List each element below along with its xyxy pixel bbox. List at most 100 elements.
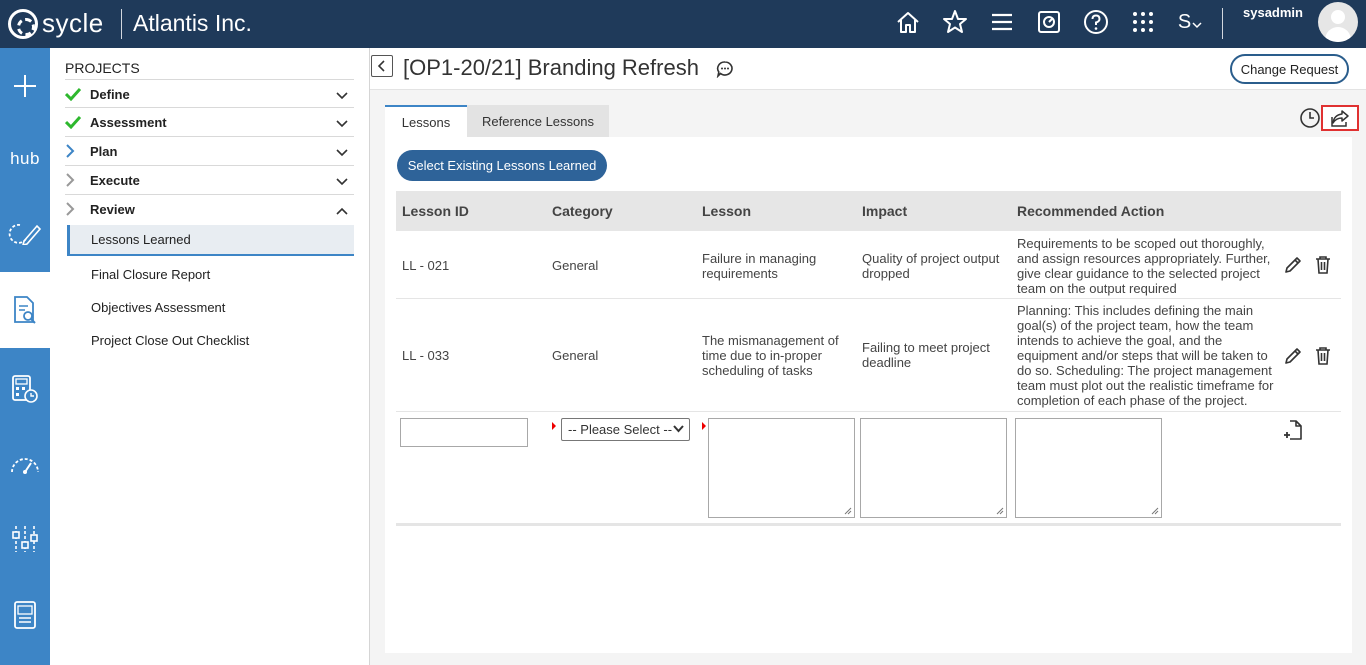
check-icon — [65, 87, 90, 101]
logo-mark-icon — [8, 8, 38, 39]
change-request-button[interactable]: Change Request — [1230, 54, 1349, 84]
category-select[interactable]: -- Please Select -- — [561, 418, 690, 441]
lessons-panel: Lessons Reference Lessons Select Existin… — [385, 105, 1359, 653]
chevron-down-icon[interactable] — [336, 116, 348, 131]
cell-impact: Failing to meet project deadline — [862, 340, 990, 370]
sycle-logo[interactable]: sycle — [8, 8, 104, 39]
history-icon[interactable] — [1299, 107, 1321, 132]
dashboard-icon[interactable] — [1035, 8, 1063, 36]
chevron-up-icon[interactable] — [336, 203, 348, 218]
apps-grid-icon[interactable] — [1129, 8, 1157, 36]
cell-lesson-id: LL - 033 — [402, 348, 450, 363]
nav-section-review[interactable]: Review — [65, 194, 354, 223]
col-category[interactable]: Category — [552, 203, 613, 219]
project-nav: PROJECTS Define Assessment Plan Execute … — [50, 48, 370, 665]
resize-handle-icon — [844, 507, 852, 515]
chevron-down-icon[interactable] — [336, 174, 348, 189]
chevron-right-icon — [65, 202, 90, 216]
hub-icon[interactable]: hub — [0, 124, 50, 194]
recommended-action-textarea[interactable] — [1015, 418, 1162, 518]
cell-recommended-action: Planning: This includes defining the mai… — [1017, 303, 1274, 408]
nav-section-label: Execute — [90, 172, 140, 188]
table-row: LL - 033 General The mismanagement of ti… — [396, 299, 1341, 412]
home-icon[interactable] — [894, 8, 922, 36]
add-file-icon[interactable] — [1283, 419, 1303, 444]
nav-item-lessons-learned[interactable]: Lessons Learned — [67, 225, 354, 256]
chevron-down-icon[interactable] — [336, 88, 348, 103]
comment-icon[interactable] — [716, 60, 734, 81]
nav-item-final-closure-report[interactable]: Final Closure Report — [67, 259, 354, 290]
nav-item-label: Lessons Learned — [91, 232, 191, 247]
col-impact[interactable]: Impact — [862, 203, 907, 219]
language-label: S — [1177, 10, 1192, 33]
category-select-value: -- Please Select -- — [568, 422, 673, 437]
tab-reference-lessons[interactable]: Reference Lessons — [467, 105, 609, 137]
impact-textarea[interactable] — [860, 418, 1007, 518]
report-icon[interactable] — [0, 576, 50, 654]
col-lesson[interactable]: Lesson — [702, 203, 751, 219]
star-icon[interactable] — [941, 8, 969, 36]
table-row: LL - 021 General Failure in managing req… — [396, 231, 1341, 299]
check-icon — [65, 115, 90, 129]
topbar-divider — [1222, 8, 1223, 39]
calculator-clock-icon[interactable] — [0, 348, 50, 430]
chevron-right-icon — [65, 144, 90, 158]
chevron-right-icon — [65, 173, 90, 187]
cell-category: General — [552, 258, 599, 273]
lesson-textarea[interactable] — [708, 418, 855, 518]
pencil-icon[interactable] — [1283, 346, 1303, 369]
cell-impact: Quality of project output dropped — [862, 251, 1000, 281]
nav-section-define[interactable]: Define — [65, 79, 354, 108]
gauge-icon[interactable] — [0, 430, 50, 502]
share-icon — [1331, 110, 1349, 127]
nav-section-execute[interactable]: Execute — [65, 165, 354, 194]
col-lesson-id[interactable]: Lesson ID — [402, 203, 469, 219]
company-name: Atlantis Inc. — [133, 10, 252, 36]
back-button[interactable] — [371, 55, 393, 77]
resize-handle-icon — [1151, 507, 1159, 515]
page-header: [OP1-20/21] Branding Refresh Change Requ… — [370, 48, 1366, 90]
required-marker — [552, 422, 556, 430]
cell-lesson: Failure in managing requirements — [702, 251, 817, 281]
nav-item-label: Final Closure Report — [91, 267, 211, 282]
resize-handle-icon — [996, 507, 1004, 515]
col-recommended-action[interactable]: Recommended Action — [1017, 203, 1164, 219]
main-content: [OP1-20/21] Branding Refresh Change Requ… — [370, 48, 1366, 665]
edit-progress-icon[interactable] — [0, 194, 50, 272]
chevron-down-icon[interactable] — [336, 145, 348, 160]
pencil-icon[interactable] — [1283, 255, 1303, 278]
sliders-icon[interactable] — [0, 502, 50, 576]
select-existing-lessons-button[interactable]: Select Existing Lessons Learned — [397, 150, 607, 181]
chevron-down-icon — [673, 425, 684, 433]
trash-icon[interactable] — [1314, 346, 1332, 369]
page-title: [OP1-20/21] Branding Refresh — [403, 55, 699, 80]
nav-item-objectives-assessment[interactable]: Objectives Assessment — [67, 292, 354, 323]
nav-section-assessment[interactable]: Assessment — [65, 107, 354, 136]
nav-section-label: Review — [90, 201, 135, 217]
add-icon[interactable] — [0, 48, 50, 124]
help-icon[interactable] — [1082, 8, 1110, 36]
trash-icon[interactable] — [1314, 255, 1332, 278]
top-bar: sycle Atlantis Inc. S sysadmin — [0, 0, 1366, 48]
share-button[interactable] — [1321, 105, 1359, 131]
language-switch-icon[interactable]: S — [1174, 8, 1206, 36]
nav-section-plan[interactable]: Plan — [65, 136, 354, 165]
new-lesson-row: -- Please Select -- — [396, 412, 1341, 526]
cell-lesson: The mismanagement of time due to in-prop… — [702, 333, 839, 378]
nav-item-project-close-out-checklist[interactable]: Project Close Out Checklist — [67, 325, 354, 356]
required-marker — [702, 422, 706, 430]
username[interactable]: sysadmin — [1243, 5, 1303, 20]
cell-lesson-id: LL - 021 — [402, 258, 450, 273]
chevron-left-icon — [377, 60, 385, 72]
cell-category: General — [552, 348, 599, 363]
lesson-id-input[interactable] — [400, 418, 528, 447]
hub-label: hub — [10, 149, 40, 168]
cell-recommended-action: Requirements to be scoped out thoroughly… — [1017, 236, 1271, 296]
user-avatar[interactable] — [1318, 2, 1358, 42]
document-search-icon[interactable] — [0, 272, 50, 348]
menu-icon[interactable] — [988, 8, 1016, 36]
tab-lessons[interactable]: Lessons — [385, 105, 467, 137]
logo-divider — [121, 9, 122, 39]
nav-section-label: Assessment — [90, 114, 167, 130]
nav-item-label: Objectives Assessment — [91, 300, 226, 315]
